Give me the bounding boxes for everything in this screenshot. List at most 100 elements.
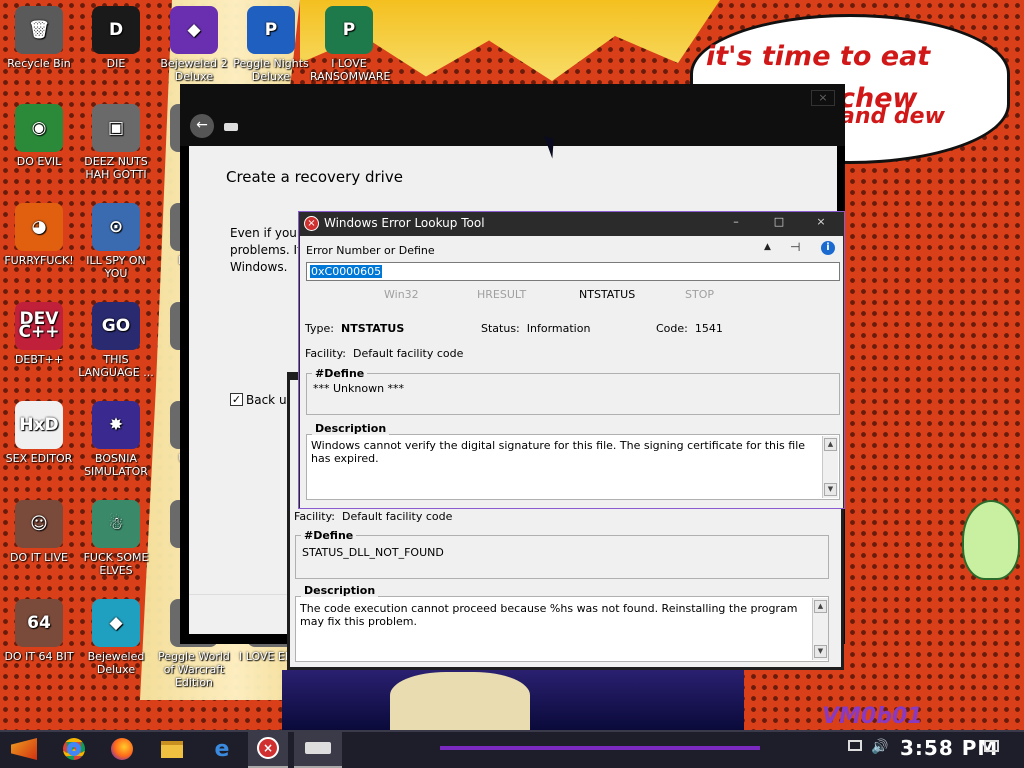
second-define-value: STATUS_DLL_NOT_FOUND	[302, 546, 444, 559]
desktop-icon[interactable]: 64 DO IT 64 BIT	[0, 599, 78, 663]
minimize-button[interactable]: –	[716, 212, 756, 234]
desktop-icon[interactable]: ◆ Bejeweled Deluxe	[77, 599, 155, 676]
desktop-app-icon: HxD	[15, 401, 63, 449]
desktop-icon-label: Bejeweled 2 Deluxe	[160, 57, 228, 83]
recovery-drive-icon	[305, 742, 331, 754]
desktop-icon-label: BOSNIA SIMULATOR	[84, 452, 148, 478]
desktop-app-icon: P	[325, 6, 373, 54]
tab-ntstatus[interactable]: NTSTATUS	[579, 288, 635, 301]
pin-icon[interactable]: ⊣	[790, 240, 800, 254]
maximize-button[interactable]: □	[759, 212, 799, 234]
desktop-icon-label: DO EVIL	[16, 155, 62, 168]
facility-value: Default facility code	[353, 347, 464, 360]
error-number-input[interactable]: 0xC0000605	[306, 262, 840, 281]
recovery-body-2: problems. If	[230, 243, 302, 257]
start-icon	[11, 738, 37, 760]
desktop-icon[interactable]: ◉ DO EVIL	[0, 104, 78, 168]
recovery-body-3: Windows.	[230, 260, 288, 274]
desktop-icon-label: DEEZ NUTS HAH GOTTI	[84, 155, 148, 181]
desktop-app-icon: D	[92, 6, 140, 54]
desktop-icon[interactable]: ◕ FURRYFUCK!	[0, 203, 78, 267]
second-description-scrollbar[interactable]: ▲ ▼	[812, 598, 828, 660]
watermark: VM0b01	[822, 704, 923, 729]
volume-icon[interactable]: 🔊	[871, 739, 888, 755]
firefox-taskbar-button[interactable]	[102, 730, 142, 768]
desktop-icon[interactable]: ▣ DEEZ NUTS HAH GOTTI	[77, 104, 155, 181]
desktop-app-icon: ◕	[15, 203, 63, 251]
desktop-app-icon: 64	[15, 599, 63, 647]
scroll-up-icon[interactable]: ▲	[814, 600, 827, 613]
green-character-art	[962, 500, 1020, 580]
notifications-icon[interactable]	[984, 740, 999, 752]
chrome-taskbar-button[interactable]	[54, 730, 94, 768]
desktop-icon[interactable]: ⊙ ILL SPY ON YOU	[77, 203, 155, 280]
edge-taskbar-button[interactable]: e	[202, 730, 242, 768]
desktop-app-icon: ☺	[15, 500, 63, 548]
scroll-up-icon[interactable]: ▲	[824, 438, 837, 451]
error-lookup-body: Error Number or Define ▲ ⊣ i 0xC0000605 …	[300, 236, 843, 508]
desktop-icon[interactable]: 🗑 Recycle Bin	[0, 6, 78, 70]
desktop-icon-label: Bejeweled Deluxe	[87, 650, 145, 676]
firefox-icon	[111, 738, 133, 760]
category-tabs: Win32 HRESULT NTSTATUS STOP	[300, 286, 843, 304]
network-icon[interactable]	[848, 740, 862, 751]
second-description-legend: Description	[301, 584, 379, 597]
desktop-icon-label: Recycle Bin	[7, 57, 71, 70]
close-button[interactable]: ×	[801, 212, 841, 234]
define-legend: #Define	[312, 367, 368, 380]
desktop-icon[interactable]: ☺ DO IT LIVE	[0, 500, 78, 564]
second-description-text: The code execution cannot proceed becaus…	[300, 602, 798, 628]
description-legend: Description	[312, 422, 390, 435]
desktop-icon-label: DO IT LIVE	[10, 551, 68, 564]
error-lookup-icon: ×	[257, 737, 279, 759]
scroll-down-icon[interactable]: ▼	[814, 645, 827, 658]
scroll-down-icon[interactable]: ▼	[824, 483, 837, 496]
tab-stop[interactable]: STOP	[685, 288, 714, 301]
desktop-icon-label: Peggle Nights Deluxe	[233, 57, 309, 83]
facility-label: Facility:	[305, 347, 347, 360]
tab-hresult[interactable]: HRESULT	[477, 288, 526, 301]
file-explorer-taskbar-button[interactable]	[152, 730, 192, 768]
recovery-drive-taskbar-button[interactable]	[294, 730, 342, 768]
recovery-close-button[interactable]: ×	[811, 90, 835, 106]
desktop-icon-label: FURRYFUCK!	[4, 254, 74, 267]
description-scrollbar[interactable]: ▲ ▼	[822, 436, 838, 498]
desktop-icon[interactable]: ✸ BOSNIA SIMULATOR	[77, 401, 155, 478]
description-text: Windows cannot verify the digital signat…	[311, 439, 806, 465]
desktop-icon[interactable]: P Peggle Nights Deluxe	[232, 6, 310, 83]
second-define-legend: #Define	[301, 529, 357, 542]
drive-icon	[224, 123, 238, 131]
back-arrow-icon[interactable]: ←	[190, 114, 214, 138]
start-button[interactable]	[4, 730, 44, 768]
desktop-icon[interactable]: ☃ FUCK SOME ELVES	[77, 500, 155, 577]
desktop-app-icon: GO	[92, 302, 140, 350]
define-value: *** Unknown ***	[313, 382, 405, 395]
code-value: 1541	[694, 322, 723, 335]
desktop-icon-label: DEBT++	[14, 353, 64, 366]
desktop-icon[interactable]: D DIE	[77, 6, 155, 70]
desktop-app-icon: ◉	[15, 104, 63, 152]
desktop-icon[interactable]: ◆ Bejeweled 2 Deluxe	[155, 6, 233, 83]
backup-checkbox[interactable]: ✓	[230, 393, 243, 406]
desktop-icon[interactable]: GO THIS LANGUAGE ...	[77, 302, 155, 379]
desktop-icon[interactable]: DEV C++ DEBT++	[0, 302, 78, 366]
error-lookup-taskbar-button[interactable]: ×	[248, 730, 288, 768]
desktop-app-icon: ☃	[92, 500, 140, 548]
error-lookup-title-bar: × Windows Error Lookup Tool – □ ×	[299, 212, 844, 236]
file-explorer-icon	[161, 740, 183, 758]
info-icon[interactable]: i	[821, 241, 835, 255]
desktop-icon[interactable]: P I LOVE RANSOMWARE	[310, 6, 390, 83]
desktop-app-icon: ✸	[92, 401, 140, 449]
up-arrow-icon[interactable]: ▲	[764, 242, 771, 252]
tab-win32[interactable]: Win32	[384, 288, 419, 301]
type-value: NTSTATUS	[340, 322, 405, 335]
error-number-value: 0xC0000605	[310, 265, 383, 278]
status-value: Information	[526, 322, 591, 335]
taskbar-accent-line	[440, 746, 760, 750]
edge-icon: e	[214, 736, 230, 762]
error-lookup-title: Windows Error Lookup Tool	[324, 216, 485, 230]
error-lookup-window: × Windows Error Lookup Tool – □ × Error …	[298, 211, 845, 509]
second-facility: Facility: Default facility code	[294, 510, 453, 523]
speech-bubble-text-2: and dew	[840, 104, 945, 129]
desktop-icon[interactable]: HxD SEX EDITOR	[0, 401, 78, 465]
